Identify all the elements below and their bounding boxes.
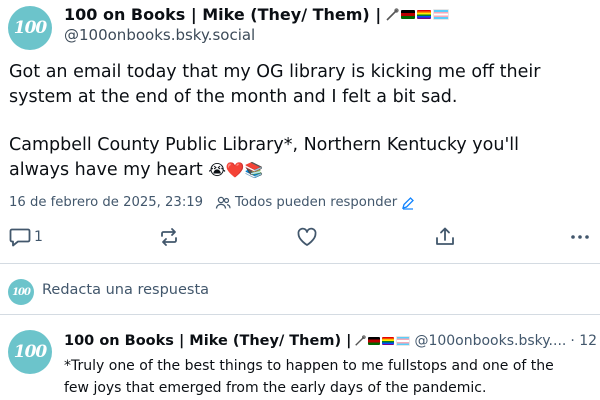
people-icon [215, 196, 231, 209]
compose-reply-input[interactable]: Redacta una respuesta [42, 282, 209, 298]
repost-button[interactable] [158, 227, 180, 247]
reply-button[interactable]: 1 [9, 227, 43, 247]
reply-setting-label[interactable]: Todos pueden responder [235, 195, 397, 210]
reply-name-emoji-flags [354, 335, 411, 347]
divider [0, 314, 600, 315]
reply-text-line: *Truly one of the best things to happen … [64, 358, 554, 374]
author-handle[interactable]: @100onbooks.bsky.social [64, 26, 255, 44]
divider [0, 263, 600, 264]
reply-text-line: few joys that emerged from the early day… [64, 380, 487, 396]
post-text-line-with-emoji: always have my heart 😭❤️📚 [9, 158, 263, 183]
author-avatar[interactable]: 100 [8, 6, 52, 50]
like-button[interactable] [296, 227, 318, 247]
comment-icon [9, 228, 31, 247]
post-text-line: Campbell County Public Library*, Norther… [9, 135, 519, 155]
post-text-line: system at the end of the month and I fel… [9, 87, 458, 107]
heart-icon [297, 227, 317, 246]
post-text-line: always have my heart [9, 160, 203, 180]
reply-author-name[interactable]: 100 on Books | Mike (They/ Them) | [64, 333, 351, 349]
post-text-emojis: 😭❤️📚 [208, 161, 264, 179]
edit-pencil-icon[interactable] [401, 196, 415, 210]
ellipsis-icon [571, 235, 589, 239]
compose-avatar: 100 [8, 279, 34, 305]
post-meta-row: 16 de febrero de 2025, 23:19 Todos puede… [9, 195, 415, 210]
reply-author-avatar[interactable]: 100 [8, 330, 52, 374]
name-emoji-flags [385, 7, 450, 22]
more-options-button[interactable] [569, 227, 591, 247]
kenya-flag-icon [368, 337, 381, 345]
kenya-flag-icon [401, 10, 416, 19]
share-icon [436, 227, 454, 245]
needle-icon [386, 7, 399, 21]
reply-header-row: 100 on Books | Mike (They/ Them) | @100o… [64, 333, 596, 349]
author-name-row: 100 on Books | Mike (They/ Them) | [64, 5, 450, 24]
post-text-line: Got an email today that my OG library is… [9, 62, 541, 82]
reply-author-handle[interactable]: @100onbooks.bsky.... [414, 333, 566, 349]
post-timestamp[interactable]: 16 de febrero de 2025, 23:19 [9, 195, 203, 210]
repost-icon [161, 228, 177, 246]
reply-time[interactable]: · 12h [570, 333, 596, 349]
reply-count: 1 [34, 229, 43, 245]
pride-flag-icon [382, 337, 395, 345]
needle-icon [355, 335, 367, 346]
share-button[interactable] [434, 227, 456, 247]
trans-flag-icon [433, 9, 450, 20]
author-name[interactable]: 100 on Books | Mike (They/ Them) | [64, 5, 381, 24]
pride-flag-icon [417, 10, 432, 19]
trans-flag-icon [396, 336, 411, 346]
